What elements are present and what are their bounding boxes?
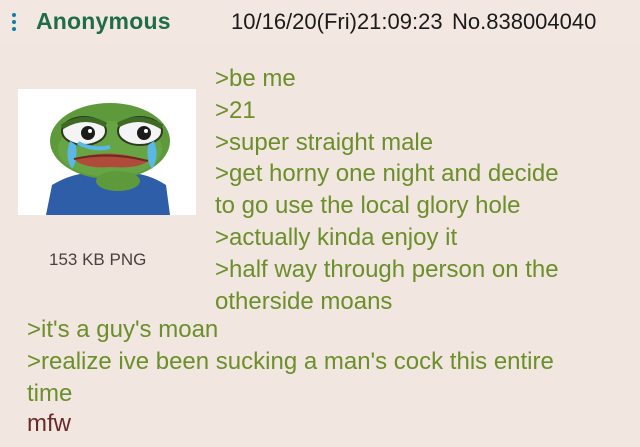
greentext-line: to go use the local glory hole bbox=[215, 192, 521, 220]
crying-frog-icon bbox=[46, 103, 170, 215]
greentext-line: otherside moans bbox=[215, 287, 393, 315]
post-body-below-image: >it's a guy's moan >realize ive been suc… bbox=[27, 314, 632, 409]
post-menu-icon[interactable] bbox=[11, 13, 17, 33]
file-info: 153 KB PNG bbox=[49, 250, 147, 269]
greentext-line: time bbox=[27, 379, 73, 407]
greentext-line: >realize ive been sucking a man's cock t… bbox=[27, 347, 554, 375]
greentext-line: >it's a guy's moan bbox=[27, 316, 219, 343]
greentext-line: >half way through person on the bbox=[215, 255, 559, 283]
greentext-line: >super straight male bbox=[215, 128, 434, 156]
greentext-line: >get horny one night and decide bbox=[215, 160, 559, 188]
post-header: Anonymous 10/16/20(Fri)21:09:23 No.83800… bbox=[0, 0, 640, 46]
post-body-beside-image: >be me >21 >super straight male >get hor… bbox=[215, 63, 635, 317]
greentext-line: >21 bbox=[215, 96, 256, 124]
post-date: 10/16/20(Fri)21:09:23 bbox=[231, 9, 443, 34]
post-number[interactable]: No.838004040 bbox=[452, 9, 596, 35]
post-image-thumbnail[interactable] bbox=[18, 89, 196, 215]
closing-line: mfw bbox=[27, 410, 71, 437]
poster-name: Anonymous bbox=[36, 8, 171, 34]
greentext-line: >actually kinda enjoy it bbox=[215, 223, 458, 251]
greentext-line: >be me bbox=[215, 65, 296, 92]
